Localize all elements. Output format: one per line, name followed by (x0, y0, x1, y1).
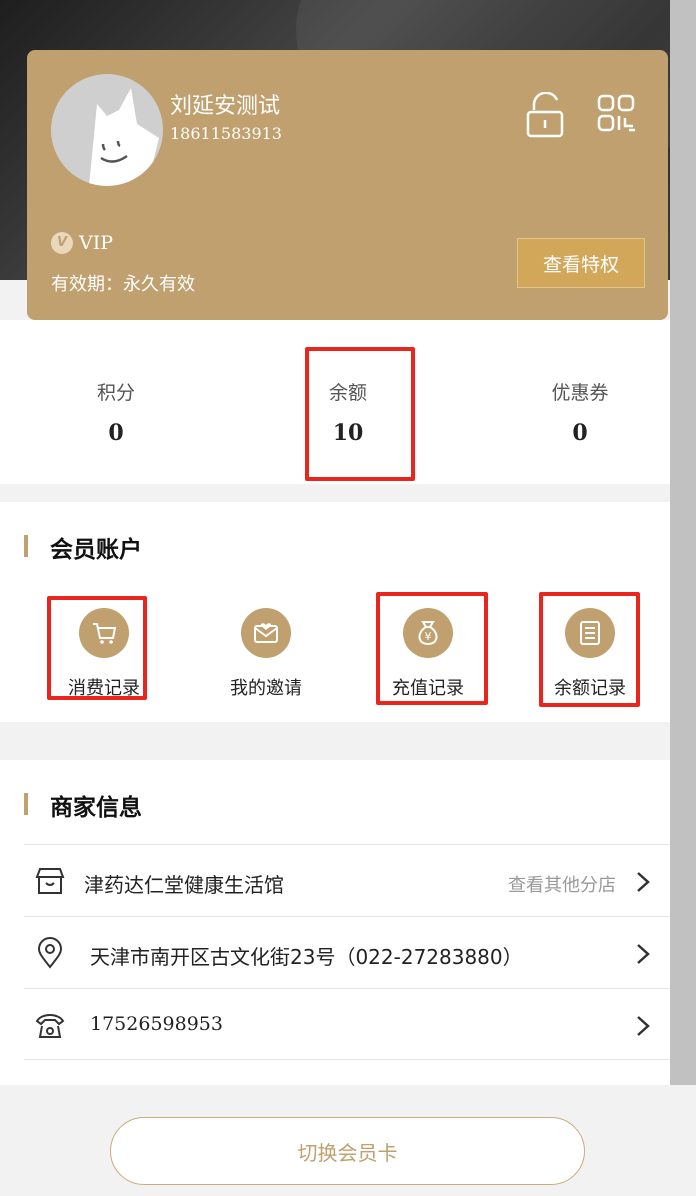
store-icon (35, 868, 65, 894)
vip-level-text: VIP (79, 232, 114, 254)
store-row[interactable]: 津药达仁堂健康生活馆 查看其他分店 (24, 844, 670, 916)
chevron-right-icon (637, 872, 650, 892)
stats-row: 积分 0 余额 10 优惠券 0 (0, 320, 670, 484)
balance-records-button[interactable]: 余额记录 (530, 608, 650, 699)
cart-icon (79, 608, 129, 658)
view-privileges-button[interactable]: 查看特权 (517, 238, 645, 288)
scrollbar-thumb[interactable] (670, 0, 696, 1085)
vip-level: V VIP (51, 232, 113, 254)
chevron-right-icon (637, 944, 650, 964)
store-phone: 17526598953 (90, 1013, 223, 1035)
store-name: 津药达仁堂健康生活馆 (84, 873, 284, 897)
coupons-value: 0 (572, 420, 588, 446)
location-pin-icon (37, 937, 63, 969)
phone-row[interactable]: 17526598953 (24, 988, 670, 1060)
switch-member-card-button[interactable]: 切换会员卡 (110, 1117, 585, 1185)
my-invitations-button[interactable]: 我的邀请 (206, 608, 326, 699)
member-account-title: 会员账户 (24, 530, 142, 564)
qr-code-icon[interactable] (595, 92, 637, 138)
merchant-info-title: 商家信息 (24, 788, 142, 822)
consumption-records-label: 消费记录 (68, 678, 140, 699)
avatar-cat-icon (89, 88, 159, 186)
money-bag-icon: ¥ (403, 608, 453, 658)
consumption-records-button[interactable]: 消费记录 (44, 608, 164, 699)
envelope-heart-icon (241, 608, 291, 658)
recharge-records-label: 充值记录 (392, 678, 464, 699)
scrollbar[interactable] (670, 0, 696, 1085)
points-label: 积分 (96, 382, 135, 404)
unlock-icon[interactable] (525, 92, 567, 138)
store-address: 天津市南开区古文化街23号（022-27283880） (90, 945, 523, 969)
svg-text:¥: ¥ (425, 630, 432, 643)
points-stat[interactable]: 积分 0 (16, 320, 216, 484)
points-value: 0 (108, 420, 124, 446)
coupons-stat[interactable]: 优惠券 0 (480, 320, 680, 484)
other-stores-link[interactable]: 查看其他分店 (508, 871, 616, 897)
avatar[interactable] (51, 74, 163, 186)
my-invitations-label: 我的邀请 (230, 678, 302, 699)
recharge-records-button[interactable]: ¥ 充值记录 (368, 608, 488, 699)
coupons-label: 优惠券 (551, 382, 609, 404)
ledger-icon (565, 608, 615, 658)
validity-text: 有效期：永久有效 (51, 274, 195, 295)
user-phone: 18611583913 (170, 124, 282, 143)
chevron-right-icon (637, 1016, 650, 1036)
address-row[interactable]: 天津市南开区古文化街23号（022-27283880） (24, 916, 670, 988)
member-card: 刘延安测试 18611583913 V VIP 有效期：永久有效 查看特权 (27, 50, 668, 320)
telephone-icon (35, 1014, 65, 1038)
balance-stat[interactable]: 余额 10 (248, 320, 448, 484)
balance-records-label: 余额记录 (554, 678, 626, 699)
balance-value: 10 (332, 420, 364, 446)
balance-label: 余额 (328, 382, 367, 404)
user-name: 刘延安测试 (170, 94, 281, 119)
vip-badge-icon: V (51, 232, 73, 254)
